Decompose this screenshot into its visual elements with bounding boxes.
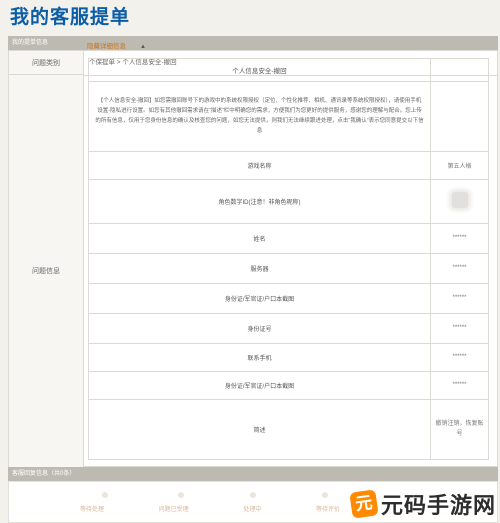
row-label: 身份证号 xyxy=(88,312,431,345)
step-dot xyxy=(178,492,184,498)
progress-steps: 等待处理 问题已受理 处理中 等待评价 xyxy=(80,504,340,513)
table-row: 简述 撤销注销，恢复账号 xyxy=(88,398,489,461)
row-label: 联系手机 xyxy=(88,343,431,372)
details-title-empty xyxy=(430,57,489,83)
details-title: 个人信息安全-撤回 xyxy=(88,57,431,83)
row-value: ****** xyxy=(430,222,489,254)
details-description-empty xyxy=(430,81,489,152)
step-rating: 等待评价 xyxy=(315,507,340,513)
row-label: 姓名 xyxy=(88,222,431,254)
table-row: 角色数字ID(注意！非角色昵称) xyxy=(88,178,489,224)
table-row: 身份证/军官证/户口本截图 ****** xyxy=(88,370,489,400)
hide-details-toggle[interactable]: 隐藏详细信息 ▲ xyxy=(87,40,146,50)
category-label: 问题类别 xyxy=(9,51,84,75)
details-table: 个人信息安全-撤回 【个人信息安全-撤回】如您需撤回账号下的游戏中的系统权限授权… xyxy=(88,57,489,461)
page-title: 我的客服提单 xyxy=(10,6,131,28)
table-row: 身份证号 ****** xyxy=(88,312,489,345)
info-label: 问题信息 xyxy=(9,75,84,467)
step-accepted: 问题已受理 xyxy=(158,507,189,513)
ticket-info-header: 我的提单信息 xyxy=(8,36,498,50)
reply-info-header: 客服回复信息（共0条） xyxy=(8,467,498,481)
table-row: 联系手机 ****** xyxy=(88,343,489,372)
step-processing: 处理中 xyxy=(243,507,262,513)
row-value: ****** xyxy=(430,282,489,314)
row-value: 第五人格 xyxy=(430,150,489,180)
table-row: 游戏名称 第五人格 xyxy=(88,150,489,180)
hide-details-label: 隐藏详细信息 xyxy=(87,43,126,50)
row-value: 撤销注销，恢复账号 xyxy=(430,398,489,461)
role-id-image-cell xyxy=(430,178,489,224)
caret-up-icon: ▲ xyxy=(140,44,146,50)
table-row: 服务器 ****** xyxy=(88,252,489,284)
watermark-logo-icon: 元 xyxy=(349,489,379,519)
row-label: 简述 xyxy=(88,398,431,461)
step-dot xyxy=(322,492,328,498)
row-label: 角色数字ID(注意！非角色昵称) xyxy=(88,178,431,224)
table-row: 姓名 ****** xyxy=(88,222,489,254)
row-label: 身份证/军官证/户口本截图 xyxy=(88,370,431,400)
table-row: 身份证/军官证/户口本截图 ****** xyxy=(88,282,489,314)
step-dot xyxy=(250,492,256,498)
row-value: ****** xyxy=(430,312,489,345)
row-label: 游戏名称 xyxy=(88,150,431,180)
step-waiting: 等待处理 xyxy=(80,507,105,513)
row-value: ****** xyxy=(430,343,489,372)
row-value: ****** xyxy=(430,370,489,400)
watermark: 元 元码手游网 xyxy=(349,488,496,520)
step-dot xyxy=(102,492,108,498)
details-description: 【个人信息安全-撤回】如您需撤回账号下的游戏中的系统权限授权（定位、个性化推荐、… xyxy=(88,81,431,152)
blurred-image xyxy=(451,192,468,209)
row-label: 服务器 xyxy=(88,252,431,284)
row-value: ****** xyxy=(430,252,489,284)
watermark-text: 元码手游网 xyxy=(380,494,496,519)
row-label: 身份证/军官证/户口本截图 xyxy=(88,282,431,314)
